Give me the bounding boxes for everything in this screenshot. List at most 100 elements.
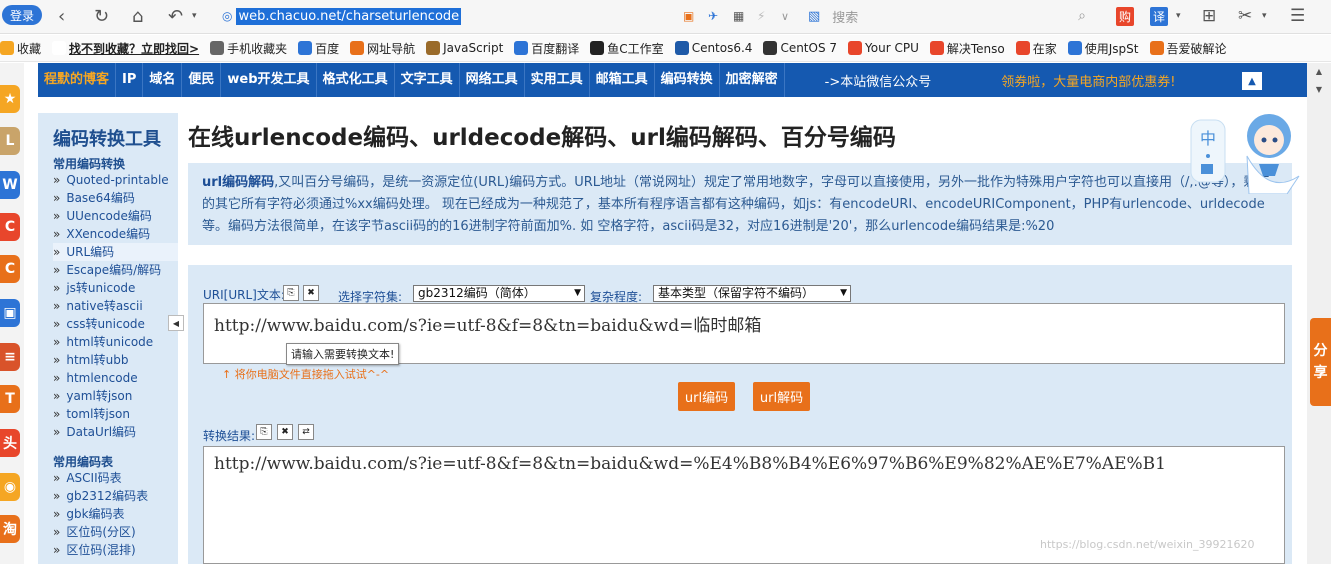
sidebar-link[interactable]: 区位码(分区): [53, 523, 178, 541]
undo-dropdown-icon[interactable]: ▾: [192, 5, 197, 27]
search-icon[interactable]: ⌕: [1078, 8, 1086, 24]
nav-item[interactable]: 域名: [143, 63, 183, 97]
app-c2-icon[interactable]: C: [0, 255, 20, 283]
sidebar-collapse-icon[interactable]: ◀: [168, 315, 184, 331]
charset-select[interactable]: gb2312编码（简体） ▼: [413, 285, 585, 302]
sidebar-link[interactable]: html转ubb: [53, 351, 178, 369]
nav-item[interactable]: 网络工具: [460, 63, 525, 97]
undo-icon[interactable]: ↶: [168, 5, 183, 27]
nav-item[interactable]: IP: [116, 63, 144, 97]
app-stripe-icon[interactable]: ≡: [0, 343, 20, 371]
login-button[interactable]: 登录: [2, 5, 42, 25]
address-bar[interactable]: ◎ web.chacuo.net/charseturlencode: [222, 5, 808, 27]
bookmark-item[interactable]: 手机收藏夹: [210, 40, 287, 57]
mascot-illustration[interactable]: 中: [1187, 106, 1305, 195]
app-bot-icon[interactable]: ▣: [0, 299, 20, 327]
nav-item[interactable]: 文字工具: [395, 63, 460, 97]
page-scrollbar[interactable]: ▲ ▼: [1307, 63, 1331, 564]
url-encode-button[interactable]: url编码: [678, 382, 735, 411]
nav-item[interactable]: 便民: [182, 63, 222, 97]
nav-item[interactable]: 编码转换: [655, 63, 720, 97]
sidebar-link[interactable]: gbk编码表: [53, 505, 178, 523]
home-icon[interactable]: ⌂: [132, 5, 143, 27]
bookmark-item[interactable]: 找不到收藏？立即找回>: [52, 40, 199, 57]
bookmark-item[interactable]: 在家: [1015, 40, 1057, 57]
bookmark-item[interactable]: 解决Tenso: [929, 40, 1005, 57]
search-box[interactable]: ▧ 搜索 ⌕: [808, 5, 1098, 27]
sidebar-link[interactable]: UUencode编码: [53, 207, 178, 225]
sidebar-link[interactable]: Escape编码/解码: [53, 261, 178, 279]
scroll-top-icon[interactable]: ▲: [1242, 72, 1262, 90]
sidebar-link[interactable]: gb2312编码表: [53, 487, 178, 505]
nav-item[interactable]: 实用工具: [525, 63, 590, 97]
swap-icon[interactable]: ⇄: [298, 424, 314, 440]
app-t-icon[interactable]: T: [0, 385, 20, 413]
sidebar-link[interactable]: css转unicode: [53, 315, 178, 333]
share-tab[interactable]: 分 享: [1310, 318, 1331, 406]
sidebar-link[interactable]: URL编码: [53, 243, 178, 261]
qrcode-icon[interactable]: ▦: [733, 5, 744, 27]
app-eye-icon[interactable]: ◉: [0, 473, 20, 501]
bookmark-item[interactable]: 鱼C工作室: [590, 40, 664, 57]
star-icon[interactable]: ★: [0, 85, 20, 113]
sidebar-link[interactable]: XXencode编码: [53, 225, 178, 243]
translate-dropdown-icon[interactable]: ▾: [1176, 5, 1181, 27]
nav-item[interactable]: 邮箱工具: [590, 63, 655, 97]
page-icon[interactable]: ▣: [683, 5, 694, 27]
nav-item[interactable]: 程默的博客: [38, 63, 117, 97]
sidebar-link[interactable]: Quoted-printable: [53, 171, 178, 189]
bookmark-item[interactable]: Centos6.4: [674, 41, 752, 55]
clear-input-icon[interactable]: ✖: [303, 285, 319, 301]
sidebar-link[interactable]: toml转json: [53, 405, 178, 423]
address-text[interactable]: web.chacuo.net/charseturlencode: [236, 7, 462, 25]
rocket-icon[interactable]: ✈: [708, 5, 718, 27]
sidebar-link[interactable]: native转ascii: [53, 297, 178, 315]
menu-icon[interactable]: ☰: [1290, 5, 1305, 27]
bookmark-item[interactable]: 使用JspSt: [1067, 40, 1139, 57]
bookmark-item[interactable]: JavaScript: [426, 41, 503, 55]
scroll-up-icon[interactable]: ▲: [1307, 63, 1331, 79]
nav-promo-link[interactable]: 领券啦，大量电商内部优惠券!: [1001, 71, 1175, 90]
nav-item[interactable]: 格式化工具: [317, 63, 395, 97]
search-input[interactable]: 搜索: [832, 7, 858, 26]
app-taobao-icon[interactable]: 淘: [0, 515, 20, 543]
clear-result-icon[interactable]: ✖: [277, 424, 293, 440]
flash-icon[interactable]: ⚡: [757, 5, 765, 27]
app-l-icon[interactable]: L: [0, 127, 20, 155]
sidebar-link[interactable]: 区位码(混排): [53, 541, 178, 559]
scroll-down-icon[interactable]: ▼: [1307, 81, 1331, 97]
bookmark-item[interactable]: 网址导航: [350, 40, 415, 57]
copy-result-icon[interactable]: ⎘: [256, 424, 272, 440]
translate-button[interactable]: 译: [1150, 5, 1169, 27]
sidebar-link[interactable]: DataUrl编码: [53, 423, 178, 441]
sidebar-link[interactable]: ASCII码表: [53, 469, 178, 487]
refresh-icon[interactable]: ↻: [94, 5, 109, 27]
sidebar-link[interactable]: yaml转json: [53, 387, 178, 405]
complexity-select[interactable]: 基本类型（保留字符不编码） ▼: [653, 285, 851, 302]
sidebar-link[interactable]: htmlencode: [53, 369, 178, 387]
bookmark-item[interactable]: Your CPU: [848, 41, 919, 55]
sidebar-link[interactable]: Base64编码: [53, 189, 178, 207]
sidebar-link[interactable]: js转unicode: [53, 279, 178, 297]
chevron-down-icon[interactable]: ∨: [781, 5, 789, 27]
search-engine-icon: ▧: [808, 8, 821, 24]
nav-item[interactable]: web开发工具: [221, 63, 317, 97]
bookmark-item[interactable]: 收藏: [0, 40, 41, 57]
scissors-dropdown-icon[interactable]: ▾: [1262, 5, 1267, 27]
url-decode-button[interactable]: url解码: [753, 382, 810, 411]
copy-input-icon[interactable]: ⎘: [283, 285, 299, 301]
app-news-icon[interactable]: 头: [0, 429, 20, 457]
sidebar-link[interactable]: html转unicode: [53, 333, 178, 351]
back-icon[interactable]: ‹: [58, 5, 65, 27]
apps-grid-icon[interactable]: ⊞: [1202, 5, 1216, 27]
nav-item[interactable]: 加密解密: [720, 63, 785, 97]
bookmark-item[interactable]: 吾爱破解论: [1149, 40, 1227, 57]
bookmark-item[interactable]: 百度翻译: [514, 40, 579, 57]
app-word-icon[interactable]: W: [0, 171, 20, 199]
scissors-icon[interactable]: ✂: [1238, 5, 1252, 27]
bookmark-item[interactable]: CentOS 7: [763, 41, 837, 55]
app-c-icon[interactable]: C: [0, 213, 20, 241]
bookmark-item[interactable]: 百度: [298, 40, 339, 57]
buy-button[interactable]: 购: [1116, 5, 1135, 27]
nav-wechat-link[interactable]: ->本站微信公众号: [825, 71, 932, 90]
